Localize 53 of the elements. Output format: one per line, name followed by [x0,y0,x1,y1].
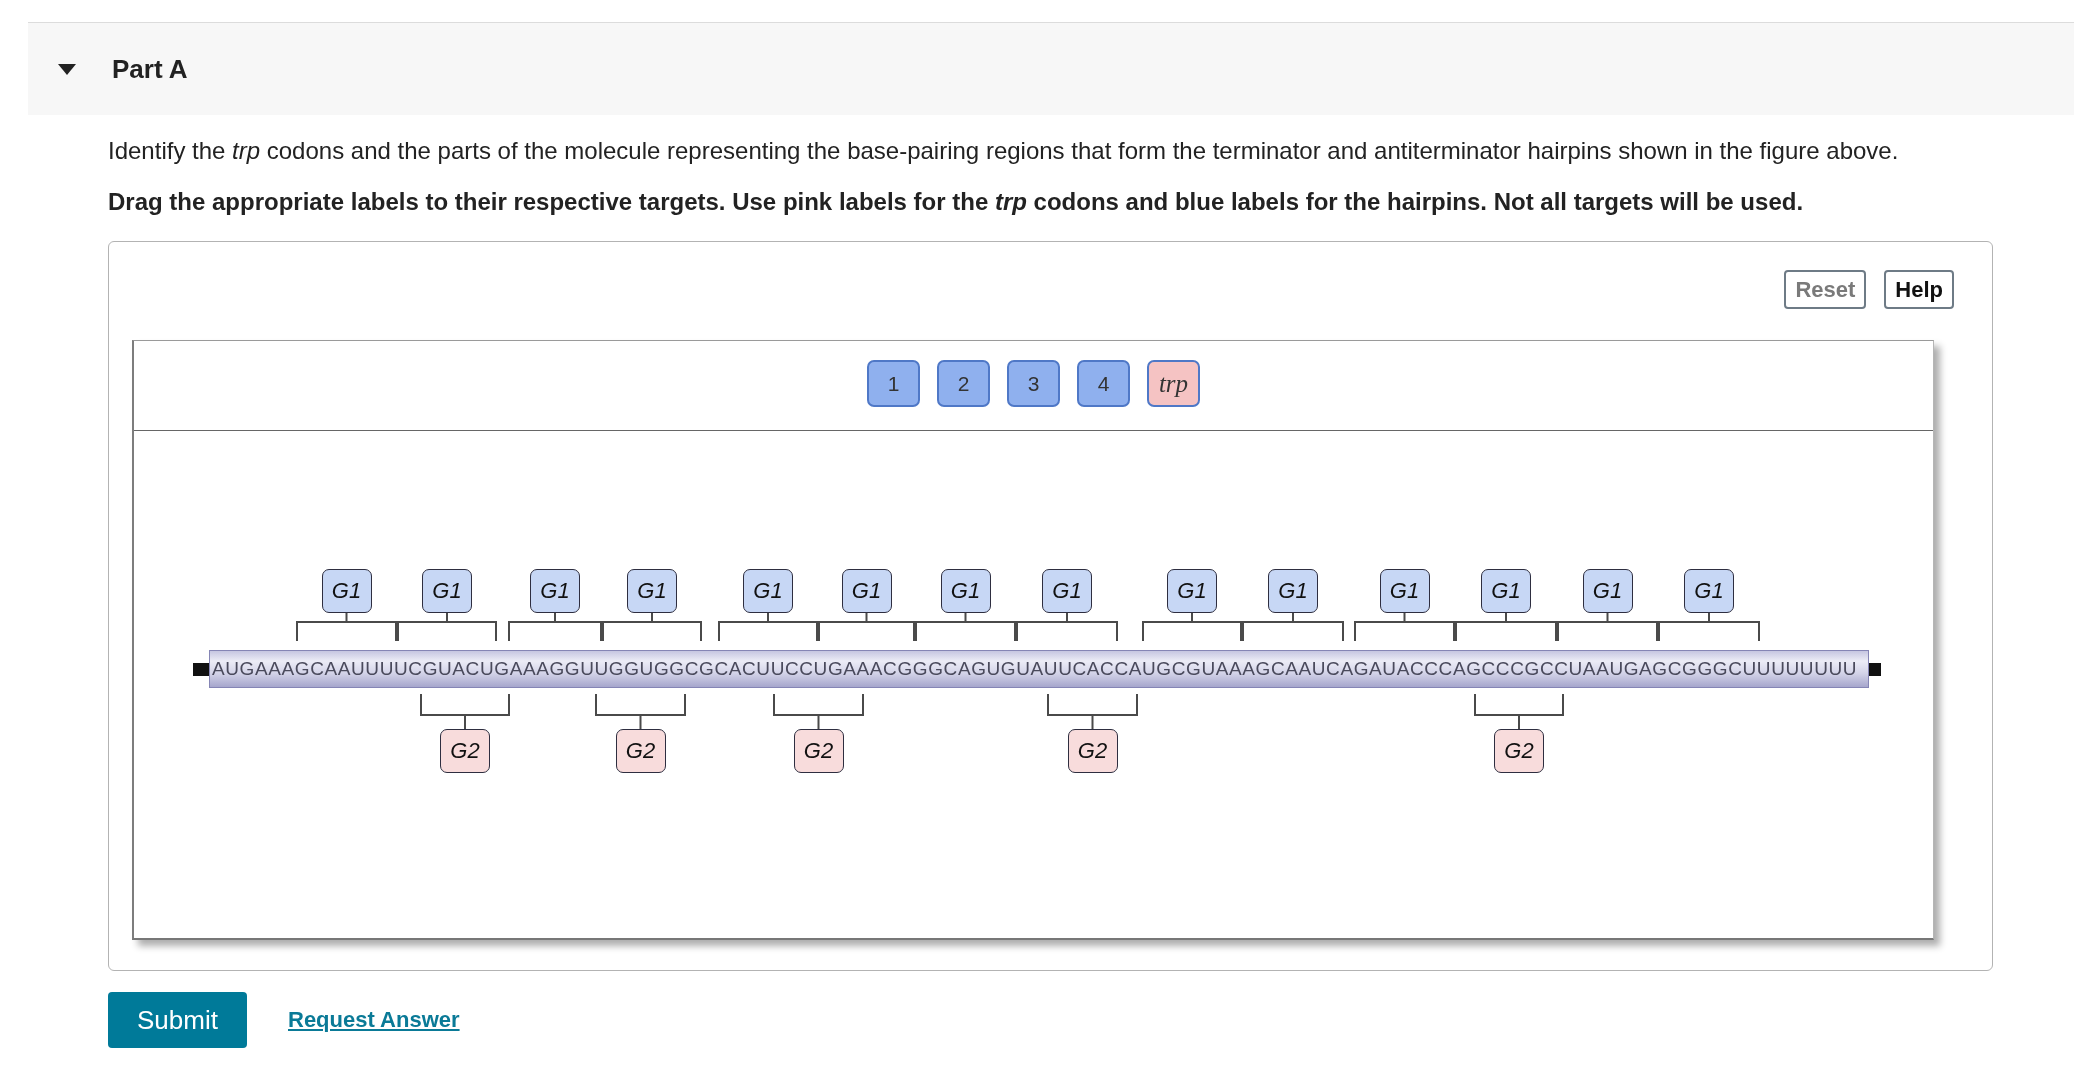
bracket-icon [818,613,915,641]
part-title: Part A [112,53,188,85]
rna-sequence: AUGAAAGCAAUUUUCGUACUGAAAGGUUGGUGGCGCACUUCCUGAAACGGGCAGUGUAUUCACCAUGCGUAAAGCAAUCAGAUACCCAGCCCGCCUAAUGAGCGGGCUUUUUUUU [209,650,1869,688]
bracket-icon [508,613,602,641]
drop-target[interactable]: G1 [321,569,372,613]
bracket-icon [1242,613,1344,641]
bracket-icon [718,613,818,641]
bracket-icon [1016,613,1118,641]
drop-target[interactable]: G1 [940,569,991,613]
drop-target[interactable]: G2 [440,729,490,773]
bracket-icon [1455,613,1557,641]
drop-target[interactable]: G1 [627,569,677,613]
instruction-text: Drag the appropriate labels to their respective targets. Use pink labels for the trp codons and blue labels for the hairpins. Not all targets will be used. [108,187,1805,217]
drop-target[interactable]: G2 [1494,729,1544,773]
bracket-icon [296,613,397,641]
bracket-icon [1047,694,1138,729]
strand-end-icon [193,662,209,676]
drag-label[interactable]: 2 [937,360,990,407]
caret-icon[interactable] [58,63,76,75]
bracket-icon [420,694,510,729]
bracket-icon [1142,613,1242,641]
drop-target[interactable]: G1 [1268,569,1318,613]
drop-target[interactable]: G1 [1582,569,1633,613]
bracket-icon [602,613,702,641]
drag-label[interactable]: trp [1147,360,1200,407]
drop-target[interactable]: G1 [422,569,472,613]
help-button[interactable]: Help [1884,270,1954,309]
drag-label[interactable]: 4 [1077,360,1130,407]
submit-button[interactable]: Submit [108,992,247,1048]
bracket-icon [1658,613,1760,641]
bracket-icon [595,694,686,729]
drop-target[interactable]: G1 [1042,569,1092,613]
strand-end-icon [1869,662,1881,676]
bracket-icon [1354,613,1455,641]
drop-target[interactable]: G2 [793,729,844,773]
drop-target[interactable]: G2 [615,729,666,773]
drag-label[interactable]: 1 [867,360,920,407]
drop-target[interactable]: G1 [1684,569,1734,613]
drop-target[interactable]: G1 [841,569,892,613]
bracket-icon [397,613,497,641]
bracket-icon [915,613,1016,641]
drop-target[interactable]: G2 [1067,729,1118,773]
drop-target[interactable]: G1 [1167,569,1217,613]
drop-target[interactable]: G1 [1481,569,1531,613]
drag-label[interactable]: 3 [1007,360,1060,407]
bracket-icon [773,694,864,729]
bracket-icon [1474,694,1564,729]
question-text: Identify the trp codons and the parts of the molecule representing the base-pairing regions that form the terminator and antiterminator hairpins shown in the figure above. [108,136,1900,166]
bracket-icon [1557,613,1658,641]
drop-target[interactable]: G1 [1379,569,1430,613]
request-answer-link[interactable]: Request Answer [288,1007,460,1033]
drop-target[interactable]: G1 [743,569,793,613]
drop-target[interactable]: G1 [530,569,580,613]
